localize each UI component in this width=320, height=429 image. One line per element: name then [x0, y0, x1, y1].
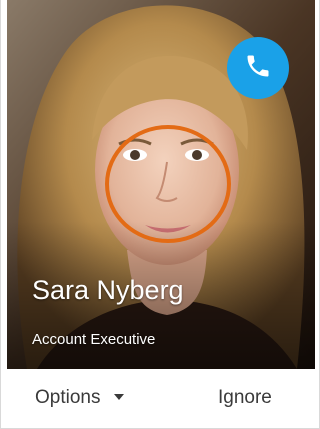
incoming-call-window: Sara Nyberg Account Executive Options Ig… — [0, 0, 320, 429]
caller-title: Account Executive — [32, 331, 156, 348]
chevron-down-icon — [114, 394, 125, 400]
phone-icon — [244, 52, 272, 85]
call-actions-bar: Options Ignore — [1, 369, 319, 428]
caller-name: Sara Nyberg — [32, 275, 184, 305]
options-button[interactable]: Options — [35, 387, 125, 409]
answer-call-button[interactable] — [227, 37, 289, 99]
ignore-button[interactable]: Ignore — [218, 387, 272, 409]
highlight-ring — [105, 125, 231, 243]
options-label: Options — [35, 387, 101, 408]
